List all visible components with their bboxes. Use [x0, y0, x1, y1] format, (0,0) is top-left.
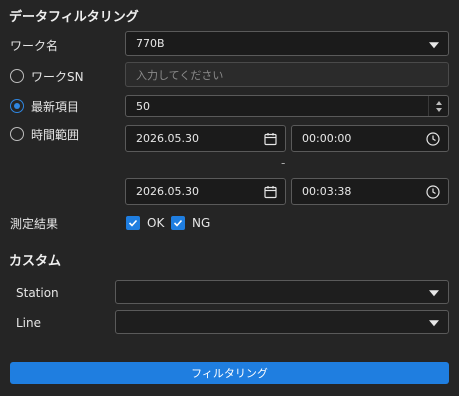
latest-count-input[interactable]: 50 — [125, 95, 449, 117]
station-select[interactable] — [115, 280, 449, 304]
start-time-value: 00:00:00 — [302, 132, 352, 145]
range-separator: - — [281, 156, 286, 170]
ok-label: OK — [147, 216, 165, 230]
chevron-down-icon — [429, 41, 439, 48]
latest-radio[interactable] — [10, 99, 24, 113]
work-sn-placeholder: 入力してください — [136, 68, 224, 82]
latest-count-value: 50 — [136, 99, 150, 113]
clock-icon[interactable] — [426, 184, 440, 199]
ng-label: NG — [192, 216, 211, 230]
ok-checkbox[interactable] — [126, 216, 140, 230]
clock-icon[interactable] — [426, 131, 440, 146]
check-icon — [128, 219, 138, 227]
chevron-down-icon — [429, 290, 439, 297]
filter-button[interactable]: フィルタリング — [10, 362, 449, 384]
line-label: Line — [16, 316, 42, 330]
start-date-input[interactable]: 2026.05.30 — [125, 125, 286, 152]
work-sn-input[interactable]: 入力してください — [125, 62, 449, 87]
end-time-input[interactable]: 00:03:38 — [291, 178, 449, 205]
work-name-value: 770B — [136, 37, 165, 50]
calendar-icon[interactable] — [264, 185, 277, 198]
station-label: Station — [16, 286, 59, 300]
custom-title: カスタム — [9, 254, 62, 269]
work-sn-radio[interactable] — [10, 69, 24, 83]
calendar-icon[interactable] — [264, 132, 277, 145]
check-icon — [173, 219, 183, 227]
chevron-down-icon — [429, 320, 439, 327]
spinner-down-icon[interactable] — [435, 107, 442, 112]
page-title: データフィルタリング — [9, 10, 139, 25]
ng-checkbox[interactable] — [171, 216, 185, 230]
start-date-value: 2026.05.30 — [136, 132, 199, 145]
work-name-label: ワーク名 — [10, 39, 59, 53]
end-date-input[interactable]: 2026.05.30 — [125, 178, 286, 205]
filter-button-label: フィルタリング — [191, 367, 268, 380]
result-label: 測定結果 — [10, 217, 59, 231]
time-range-radio[interactable] — [10, 127, 24, 141]
work-sn-label: ワークSN — [31, 70, 84, 84]
end-date-value: 2026.05.30 — [136, 185, 199, 198]
end-time-value: 00:03:38 — [302, 185, 352, 198]
time-range-label: 時間範囲 — [31, 128, 80, 142]
line-select[interactable] — [115, 310, 449, 334]
work-name-select[interactable]: 770B — [125, 31, 449, 56]
latest-spinner[interactable] — [428, 96, 448, 116]
start-time-input[interactable]: 00:00:00 — [291, 125, 449, 152]
latest-label: 最新項目 — [31, 100, 80, 114]
spinner-up-icon[interactable] — [435, 100, 442, 105]
